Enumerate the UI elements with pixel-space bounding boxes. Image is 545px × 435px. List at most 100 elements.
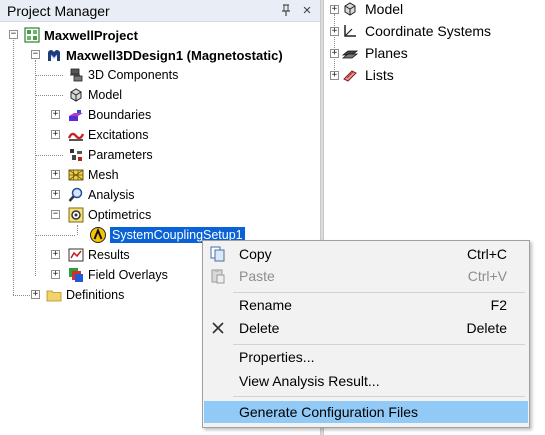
tree-item-excitations[interactable]: Excitations: [67, 125, 149, 145]
project-manager-header: Project Manager ×: [0, 0, 320, 22]
maxwell-design-icon: [46, 47, 62, 63]
collapse-toggle[interactable]: −: [31, 50, 40, 59]
tree-label: Optimetrics: [88, 208, 152, 222]
tree-guide: [35, 75, 63, 76]
menu-shortcut: Delete: [466, 320, 507, 336]
expand-toggle[interactable]: +: [51, 170, 60, 179]
model-tree-item-model[interactable]: + Model: [324, 0, 403, 20]
tree-item-parameters[interactable]: Parameters: [68, 145, 153, 165]
menu-item-copy[interactable]: Copy Ctrl+C: [204, 243, 528, 265]
menu-item-generate-configuration-files[interactable]: Generate Configuration Files: [204, 401, 528, 423]
menu-separator: [233, 344, 525, 345]
tree-item-model[interactable]: Model: [68, 85, 122, 105]
tree-item-project[interactable]: MaxwellProject: [24, 25, 138, 45]
folder-icon: [46, 287, 62, 303]
tree-item-definitions[interactable]: Definitions: [46, 285, 124, 305]
tree-label: Parameters: [88, 148, 153, 162]
coordinate-systems-icon: [342, 23, 358, 39]
menu-item-rename[interactable]: Rename F2: [204, 294, 528, 316]
tree-item-field-overlays[interactable]: Field Overlays: [68, 265, 168, 285]
tree-label: MaxwellProject: [44, 27, 138, 43]
optimetrics-icon: [68, 207, 84, 223]
model-tree-item-planes[interactable]: + Planes: [324, 42, 408, 64]
menu-label: Rename: [239, 297, 292, 313]
model-tree-item-lists[interactable]: + Lists: [324, 64, 394, 86]
tree-guide: [77, 225, 78, 235]
menu-item-paste[interactable]: Paste Ctrl+V: [204, 265, 528, 287]
tree-item-boundaries[interactable]: Boundaries: [68, 105, 151, 125]
tree-label: Boundaries: [88, 108, 152, 122]
menu-shortcut: Ctrl+C: [466, 246, 507, 262]
tree-item-mesh[interactable]: Mesh: [68, 165, 119, 185]
menu-label: Delete: [239, 320, 280, 336]
tree-label: Results: [88, 248, 130, 262]
model-icon: [342, 1, 358, 17]
expand-toggle[interactable]: +: [51, 270, 60, 279]
tree-label: Excitations: [88, 128, 149, 142]
menu-shortcut: F2: [490, 297, 507, 313]
copy-icon: [210, 246, 226, 262]
tree-label: 3D Components: [88, 68, 179, 82]
expand-toggle[interactable]: +: [51, 110, 60, 119]
model-tree-label: Lists: [365, 67, 394, 83]
model-tree-item-coordinate-systems[interactable]: + Coordinate Systems: [324, 20, 491, 42]
expand-toggle[interactable]: +: [330, 48, 339, 58]
tree-label: Field Overlays: [88, 268, 168, 282]
menu-label: Paste: [239, 268, 275, 284]
menu-shortcut: Ctrl+V: [467, 268, 507, 284]
paste-icon: [210, 268, 226, 284]
model-icon: [68, 87, 84, 103]
lists-icon: [342, 67, 358, 83]
tree-label: Analysis: [88, 188, 135, 202]
expand-toggle[interactable]: +: [51, 190, 60, 199]
mesh-icon: [68, 167, 84, 183]
model-tree-label: Coordinate Systems: [365, 23, 492, 39]
expand-toggle[interactable]: +: [330, 70, 339, 80]
tree-label: Definitions: [66, 288, 125, 302]
model-tree-label: Model: [365, 1, 404, 17]
delete-x-icon: [210, 320, 226, 336]
collapse-toggle[interactable]: −: [51, 210, 60, 219]
menu-separator: [233, 396, 525, 397]
tree-label: Model: [88, 88, 123, 102]
expand-toggle[interactable]: +: [31, 290, 40, 299]
menu-label: Properties...: [239, 349, 315, 365]
tree-item-optimetrics[interactable]: Optimetrics: [68, 205, 151, 225]
tree-guide: [35, 60, 36, 276]
results-icon: [68, 247, 84, 263]
collapse-toggle[interactable]: −: [9, 30, 18, 39]
field-overlays-icon: [68, 267, 84, 283]
menu-item-delete[interactable]: Delete Delete: [204, 317, 528, 339]
tree-guide: [13, 295, 30, 296]
boundaries-icon: [68, 107, 84, 123]
tree-item-results[interactable]: Results: [68, 245, 130, 265]
3d-components-icon: [68, 67, 84, 83]
pin-icon[interactable]: [278, 2, 294, 19]
project-icon: [24, 27, 40, 43]
expand-toggle[interactable]: +: [330, 4, 339, 14]
menu-item-properties[interactable]: Properties...: [204, 346, 528, 368]
menu-item-view-analysis-result[interactable]: View Analysis Result...: [204, 370, 528, 392]
tree-guide: [35, 235, 75, 236]
tree-item-design[interactable]: Maxwell3DDesign1 (Magnetostatic): [46, 45, 283, 65]
menu-label: Generate Configuration Files: [239, 404, 418, 420]
close-panel-icon[interactable]: ×: [299, 2, 315, 19]
tree-guide: [35, 95, 63, 96]
tree-label: Maxwell3DDesign1 (Magnetostatic): [66, 47, 283, 63]
tree-item-3d-components[interactable]: 3D Components: [68, 65, 178, 85]
analysis-icon: [68, 187, 84, 203]
menu-separator: [233, 292, 525, 293]
system-coupling-icon: [90, 227, 106, 243]
parameters-icon: [68, 147, 84, 163]
expand-toggle[interactable]: +: [51, 130, 60, 139]
menu-label: View Analysis Result...: [239, 373, 380, 389]
context-menu: Copy Ctrl+C Paste Ctrl+V Rename F2 Delet…: [202, 240, 530, 428]
tree-item-analysis[interactable]: Analysis: [68, 185, 135, 205]
tree-label: Mesh: [88, 168, 119, 182]
tree-guide: [35, 155, 63, 156]
expand-toggle[interactable]: +: [51, 250, 60, 259]
expand-toggle[interactable]: +: [330, 26, 339, 36]
panel-title: Project Manager: [7, 3, 110, 19]
menu-label: Copy: [239, 246, 272, 262]
tree-guide: [13, 40, 14, 295]
